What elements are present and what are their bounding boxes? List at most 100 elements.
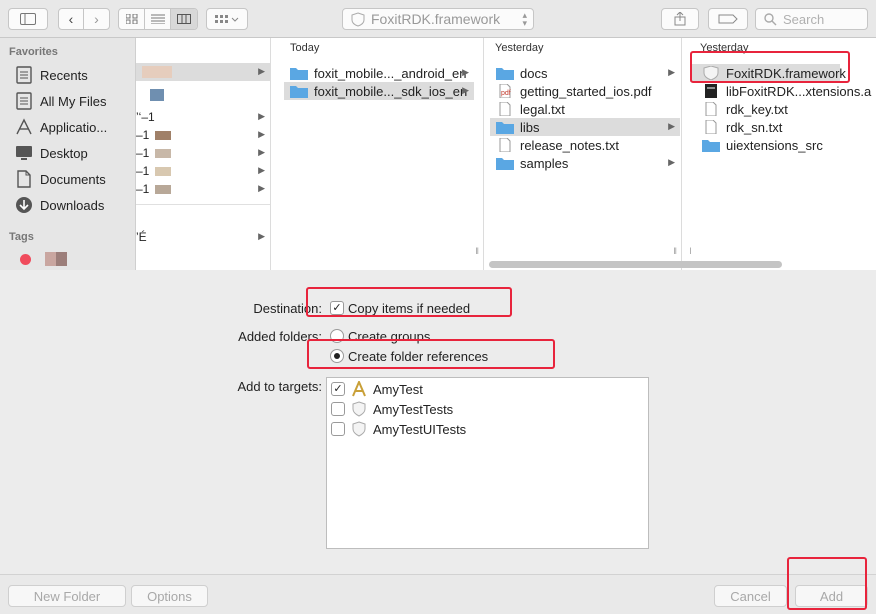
arrange-menu-button[interactable] — [206, 8, 248, 30]
list-item[interactable]: libs ▶ — [490, 118, 680, 136]
list-item[interactable]: FoxitRDK.framework — [690, 64, 846, 82]
sidebar-item-all-my-files[interactable]: All My Files — [14, 91, 106, 111]
target-row-amytesttests[interactable]: AmyTestTests — [331, 399, 453, 419]
icon-view-button[interactable] — [119, 9, 146, 29]
row-text: samples — [520, 155, 569, 171]
row-text: rdk_key.txt — [726, 101, 788, 117]
row-text: rdk_sn.txt — [726, 119, 783, 135]
sidebar-item-label: Documents — [40, 171, 106, 187]
chevron-right-icon: ▶ — [258, 231, 265, 241]
list-view-button[interactable] — [145, 9, 171, 29]
target-row-amytestuitests[interactable]: AmyTestUITests — [331, 419, 466, 439]
sidebar-item-downloads[interactable]: Downloads — [14, 195, 104, 215]
sidebar-item-documents[interactable]: Documents — [14, 169, 106, 189]
tags-button[interactable] — [708, 8, 748, 30]
folder-icon — [702, 140, 720, 152]
grid-icon — [125, 14, 138, 24]
list-item[interactable]: samples ▶ — [490, 154, 680, 172]
column-4: Yesterday FoxitRDK.framework libFoxitRDK… — [690, 38, 876, 270]
sidebar-item-desktop[interactable]: Desktop — [14, 143, 88, 163]
pdf-file-icon: pdf — [499, 84, 511, 98]
chevron-right-icon: › — [94, 11, 99, 27]
framework-shield-icon — [351, 11, 365, 27]
list-item[interactable]: pdf getting_started_ios.pdf — [490, 82, 680, 100]
column-resize-grip[interactable]: ‖ — [673, 246, 677, 256]
list-item[interactable]: uiextensions_src — [690, 136, 876, 154]
row-text: –1 — [136, 164, 150, 178]
share-icon — [674, 12, 686, 26]
list-item[interactable]: docs ▶ — [490, 64, 680, 82]
chevron-right-icon: ▶ — [668, 157, 675, 167]
sidebar-item-label: Applicatio... — [40, 119, 108, 135]
column-view-button[interactable] — [170, 9, 197, 29]
list-item[interactable]: legal.txt — [490, 100, 680, 118]
test-target-shield-icon — [352, 401, 366, 417]
add-button[interactable]: Add — [795, 585, 868, 607]
list-item[interactable]: libFoxitRDK...xtensions.a — [690, 82, 876, 100]
search-field[interactable]: Search — [755, 8, 868, 30]
column-header: Yesterday — [495, 42, 544, 54]
list-item[interactable]: rdk_sn.txt — [690, 118, 876, 136]
create-folder-references-label: Create folder references — [348, 349, 489, 364]
row-text: uiextensions_src — [726, 137, 823, 153]
copy-items-checkbox[interactable]: ✓ — [330, 301, 344, 315]
target-row-amytest[interactable]: ✓ AmyTest — [331, 379, 423, 399]
sidebar-tag-red[interactable] — [20, 249, 67, 269]
folder-icon — [496, 158, 514, 170]
back-button[interactable]: ‹ — [59, 9, 85, 29]
target-checkbox[interactable] — [331, 422, 345, 436]
sidebar-toggle-button[interactable] — [8, 8, 48, 30]
search-icon — [764, 12, 777, 25]
recents-icon — [16, 66, 32, 84]
sidebar-item-recents[interactable]: Recents — [14, 65, 88, 85]
red-tag-dot-icon — [20, 253, 31, 265]
toolbar: ‹ › FoxitRDK.framework ▴ ▾ Search — [0, 0, 876, 38]
column-resize-grip[interactable]: ‖ — [475, 246, 479, 256]
list-item[interactable]: ’É ▶ — [136, 228, 270, 246]
options-panel: Destination: ✓ Copy items if needed Adde… — [0, 270, 876, 574]
cancel-button[interactable]: Cancel — [714, 585, 787, 607]
row-text: libs — [520, 119, 540, 135]
sidebar-item-applications[interactable]: Applicatio... — [14, 117, 107, 137]
row-text: libFoxitRDK...xtensions.a — [726, 83, 872, 99]
list-item[interactable]: –1 ▶ — [136, 162, 270, 180]
list-item[interactable]: ▶ — [136, 63, 270, 81]
list-item[interactable]: foxit_mobile..._sdk_ios_en ▶ — [284, 82, 474, 100]
chevron-right-icon: ▶ — [258, 111, 265, 121]
pixelated-thumb — [155, 130, 172, 140]
row-text: foxit_mobile..._android_en — [314, 65, 467, 81]
share-button[interactable] — [661, 8, 699, 30]
app-target-icon — [352, 381, 366, 397]
row-text: foxit_mobile..._sdk_ios_en — [314, 83, 468, 99]
svg-text:pdf: pdf — [501, 90, 511, 97]
forward-button[interactable]: › — [84, 9, 109, 29]
checkmark-icon: ✓ — [332, 301, 342, 314]
options-button[interactable]: Options — [131, 585, 208, 607]
list-item[interactable]: –1 ▶ — [136, 126, 270, 144]
list-item[interactable] — [136, 86, 270, 104]
target-checkbox[interactable]: ✓ — [331, 382, 345, 396]
list-item[interactable]: ’‘–1 ▶ — [136, 108, 270, 126]
sidebar-item-label: Recents — [40, 67, 88, 83]
chevron-left-icon: ‹ — [68, 11, 74, 27]
folder-icon — [496, 122, 514, 134]
column-3: Yesterday docs ▶ pdf getting_started_ios… — [490, 38, 682, 270]
favorites-header: Favorites — [9, 46, 58, 58]
list-item[interactable]: release_notes.txt — [490, 136, 680, 154]
path-popup[interactable]: FoxitRDK.framework ▴ ▾ — [342, 8, 534, 30]
column-resize-grip[interactable]: ‖ — [690, 246, 692, 256]
list-item[interactable]: –1 ▶ — [136, 144, 270, 162]
create-groups-radio[interactable] — [330, 329, 344, 343]
columns-icon — [176, 14, 191, 24]
list-item[interactable]: –1 ▶ — [136, 180, 270, 198]
target-checkbox[interactable] — [331, 402, 345, 416]
divider — [136, 204, 270, 205]
horizontal-scrollbar-thumb[interactable] — [489, 261, 782, 268]
destination-label: Destination: — [253, 301, 322, 316]
list-item[interactable]: foxit_mobile..._android_en ▶ — [284, 64, 474, 82]
chevron-right-icon: ▶ — [258, 147, 265, 157]
new-folder-button[interactable]: New Folder — [8, 585, 126, 607]
list-item[interactable]: rdk_key.txt — [690, 100, 876, 118]
create-folder-references-radio[interactable] — [330, 349, 344, 363]
pixelated-thumb — [155, 184, 172, 194]
